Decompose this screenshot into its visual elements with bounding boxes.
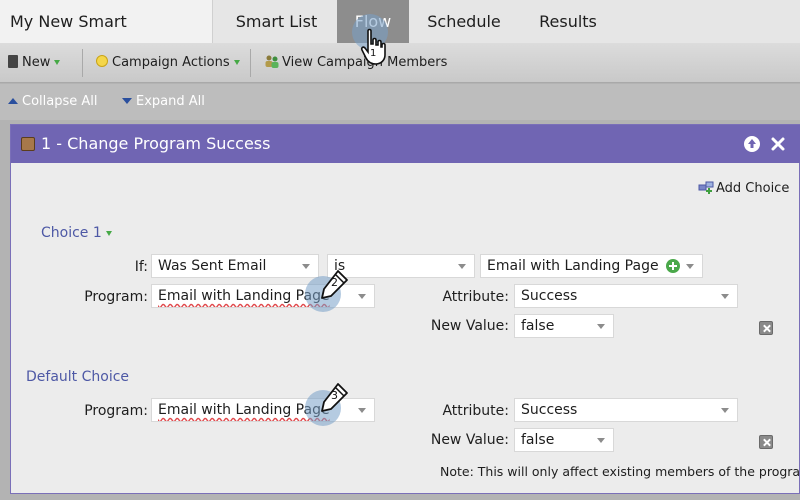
- default-program-value: Email with Landing Page: [158, 402, 330, 418]
- move-up-icon[interactable]: [743, 135, 761, 153]
- expand-icon: [122, 98, 132, 104]
- note-text: Note: This will only affect existing mem…: [440, 464, 800, 479]
- choice-1-label-text: Choice 1: [41, 225, 102, 241]
- if-label: If:: [134, 259, 148, 275]
- add-choice-icon: [698, 181, 714, 194]
- new-value-label: New Value:: [430, 318, 509, 334]
- view-campaign-members-button[interactable]: View Campaign Members: [265, 54, 447, 72]
- lightbulb-icon: [96, 55, 108, 67]
- chevron-down-icon: [597, 438, 605, 443]
- new-icon: [8, 55, 18, 68]
- toolbar-divider: [82, 49, 83, 77]
- flow-step-panel: 1 - Change Program Success Add Choice Ch…: [10, 124, 800, 494]
- collapse-all-button[interactable]: Collapse All: [8, 94, 98, 109]
- new-button-label: New: [22, 55, 51, 70]
- tab-results[interactable]: Results: [524, 0, 612, 43]
- chevron-down-icon: [302, 264, 310, 269]
- tab-campaign-name[interactable]: My New Smart Campaign: [0, 0, 213, 75]
- close-icon[interactable]: [769, 135, 787, 153]
- callout-number-1: 1: [370, 48, 377, 59]
- condition-value-text: Email with Landing Page: [487, 258, 659, 274]
- new-value-value: false: [521, 318, 555, 334]
- default-program-label: Program:: [84, 403, 148, 419]
- default-new-value-label: New Value:: [430, 432, 509, 448]
- flow-step-header: 1 - Change Program Success: [11, 125, 800, 163]
- tab-schedule[interactable]: Schedule: [417, 0, 511, 43]
- condition-value-select[interactable]: Email with Landing Page: [480, 254, 703, 278]
- chevron-down-icon: [358, 294, 366, 299]
- collapse-all-label: Collapse All: [22, 94, 98, 109]
- new-value-select[interactable]: false: [514, 314, 614, 338]
- attribute-select[interactable]: Success: [514, 284, 738, 308]
- attribute-value: Success: [521, 288, 578, 304]
- add-choice-button[interactable]: Add Choice: [698, 181, 789, 196]
- tab-smart-list[interactable]: Smart List: [225, 0, 328, 43]
- default-new-value-select[interactable]: false: [514, 428, 614, 452]
- chevron-down-icon: [358, 408, 366, 413]
- program-value: Email with Landing Page: [158, 288, 330, 304]
- default-attribute-label: Attribute:: [442, 403, 509, 419]
- toolbar: New Campaign Actions View Campaign Membe…: [0, 43, 800, 83]
- delete-icon[interactable]: [759, 321, 773, 335]
- expand-all-button[interactable]: Expand All: [122, 94, 205, 109]
- callout-number-2: 2: [331, 276, 338, 289]
- collapse-icon: [8, 98, 18, 104]
- attribute-label: Attribute:: [442, 289, 509, 305]
- new-button[interactable]: New: [8, 54, 61, 72]
- dropdown-arrow-icon: [54, 60, 61, 65]
- default-attribute-select[interactable]: Success: [514, 398, 738, 422]
- flow-subtoolbar: Collapse All Expand All: [0, 84, 800, 120]
- campaign-actions-button[interactable]: Campaign Actions: [96, 54, 240, 72]
- add-icon[interactable]: [666, 259, 680, 273]
- chevron-down-icon: [721, 294, 729, 299]
- chevron-down-icon: [721, 408, 729, 413]
- chevron-down-icon: [597, 324, 605, 329]
- add-choice-label: Add Choice: [716, 181, 790, 196]
- flow-step-title: 1 - Change Program Success: [41, 134, 271, 153]
- tab-bar: My New Smart Campaign Smart List Flow Sc…: [0, 0, 800, 75]
- flow-step-icon: [21, 137, 35, 151]
- callout-number-3: 3: [331, 389, 338, 402]
- choice-1-label[interactable]: Choice 1: [41, 225, 112, 241]
- expand-all-label: Expand All: [136, 94, 205, 109]
- default-new-value-value: false: [521, 432, 555, 448]
- chevron-down-icon: [686, 264, 694, 269]
- toolbar-divider: [250, 49, 251, 77]
- chevron-down-icon: [458, 264, 466, 269]
- dropdown-arrow-icon: [105, 230, 112, 236]
- people-icon: [265, 55, 279, 68]
- dropdown-arrow-icon: [233, 60, 240, 65]
- campaign-actions-label: Campaign Actions: [112, 55, 230, 70]
- condition-field-select[interactable]: Was Sent Email: [151, 254, 319, 278]
- default-choice-label: Default Choice: [26, 369, 130, 385]
- program-label: Program:: [84, 289, 148, 305]
- condition-field-value: Was Sent Email: [158, 258, 267, 274]
- default-attribute-value: Success: [521, 402, 578, 418]
- delete-icon[interactable]: [759, 435, 773, 449]
